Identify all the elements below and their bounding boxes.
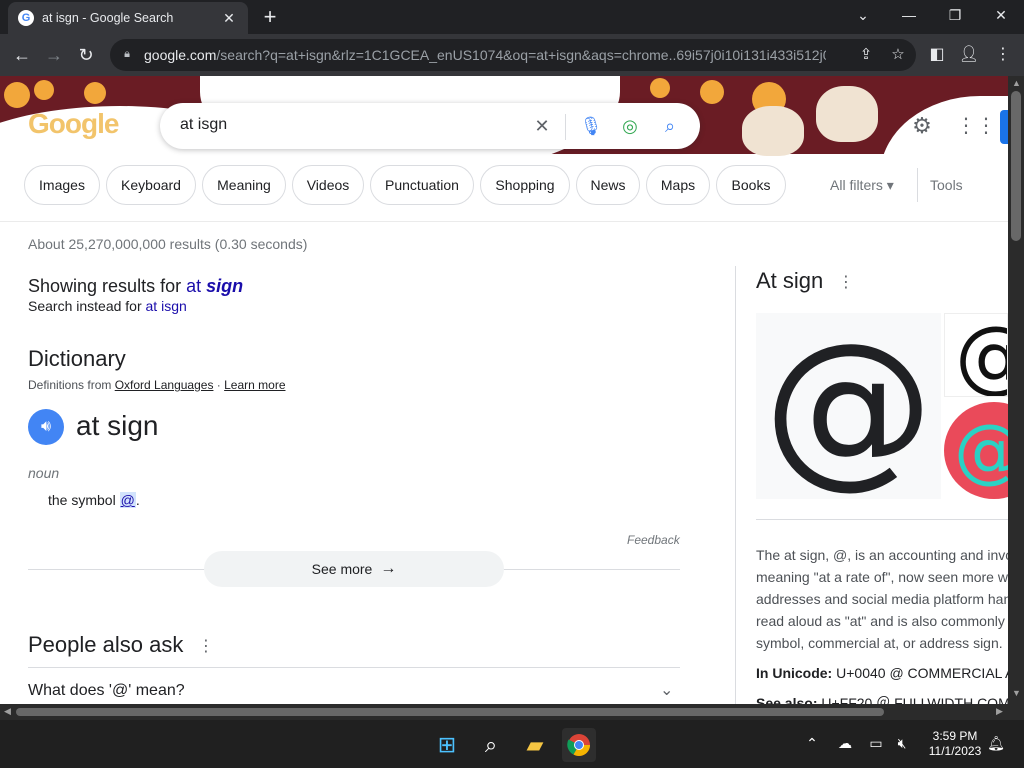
at-symbol-link[interactable]: @: [119, 492, 136, 508]
vertical-scrollbar[interactable]: ▲ ▼: [1008, 76, 1024, 704]
settings-gear-icon[interactable]: ⚙: [910, 114, 934, 138]
part-of-speech: noun: [28, 465, 60, 481]
all-filters-button[interactable]: All filters ▾: [830, 177, 894, 194]
knowledge-panel-description: The at sign, @, is an accounting and inv…: [756, 547, 1008, 651]
knowledge-panel-title: At sign: [756, 268, 824, 293]
people-also-ask-heading: People also ask: [28, 632, 184, 657]
sugar-skull-doodle: [742, 106, 804, 156]
knowledge-panel-more-icon[interactable]: ⋮: [838, 272, 854, 292]
windows-start-icon[interactable]: ⊞: [430, 728, 464, 762]
pronunciation-speaker-icon[interactable]: 🔊︎: [28, 409, 64, 445]
chip-shopping[interactable]: Shopping: [480, 165, 570, 205]
search-results-page: Google at isgn ✕ 🎙︎ ◎ ⌕ ⚙ ⋮⋮ Images Keyb…: [0, 76, 1008, 704]
original-query-link[interactable]: at isgn: [146, 298, 187, 314]
learn-more-link[interactable]: Learn more: [224, 378, 285, 392]
search-icon[interactable]: ⌕: [658, 114, 682, 138]
tools-button[interactable]: Tools: [930, 177, 963, 193]
windows-taskbar: ⊞ ⌕ ▰ ⌃ ☁ ▭ 🔇︎ 3:59 PM 11/1/2023 🔔︎: [0, 720, 1024, 768]
sign-in-button[interactable]: [1000, 110, 1008, 144]
corrected-query-link[interactable]: at sign: [186, 276, 243, 296]
back-arrow-icon[interactable]: ←: [6, 39, 38, 71]
volume-muted-icon[interactable]: 🔇︎: [892, 735, 912, 755]
dictionary-heading: Dictionary: [28, 346, 126, 371]
share-icon[interactable]: ⇪: [856, 45, 876, 65]
feedback-link[interactable]: Feedback: [627, 533, 680, 547]
at-sign-image-thumb-red[interactable]: @: [944, 402, 1008, 499]
tab-search-chevron-icon[interactable]: ⌄: [840, 0, 886, 30]
minimize-button[interactable]: —: [886, 0, 932, 30]
tab-title: at isgn - Google Search: [42, 11, 174, 25]
search-input[interactable]: at isgn: [180, 116, 227, 134]
chip-keyboard[interactable]: Keyboard: [106, 165, 196, 205]
onedrive-cloud-icon[interactable]: ☁: [835, 735, 855, 755]
reload-icon[interactable]: ↻: [70, 39, 102, 71]
url-path: /search?q=at+isgn&rlz=1C1GCEA_enUS1074&o…: [216, 47, 827, 63]
definition-text: the symbol @.: [48, 492, 140, 508]
system-clock[interactable]: 3:59 PM 11/1/2023: [918, 729, 992, 759]
browser-tab-strip: G at isgn - Google Search ✕ + ⌄ — ❐ ✕: [0, 0, 1024, 34]
apps-grid-icon[interactable]: ⋮⋮: [956, 114, 996, 138]
lock-icon: 🔒︎: [124, 48, 130, 60]
chrome-logo-icon: [567, 734, 590, 756]
scroll-down-arrow-icon[interactable]: ▼: [1012, 688, 1021, 698]
unicode-fact: In Unicode: U+0040 @ COMMERCIAL AT: [756, 665, 1008, 681]
vertical-scroll-thumb[interactable]: [1011, 91, 1021, 241]
oxford-languages-link[interactable]: Oxford Languages: [115, 378, 214, 392]
dropdown-caret-icon: ▾: [886, 177, 894, 193]
new-tab-button[interactable]: +: [258, 6, 282, 30]
scroll-up-arrow-icon[interactable]: ▲: [1012, 78, 1021, 88]
chip-punctuation[interactable]: Punctuation: [370, 165, 474, 205]
network-icon[interactable]: ▭: [866, 735, 886, 755]
result-stats: About 25,270,000,000 results (0.30 secon…: [28, 236, 308, 252]
chip-images[interactable]: Images: [24, 165, 100, 205]
browser-tab[interactable]: G at isgn - Google Search ✕: [8, 2, 248, 34]
dictionary-headword: at sign: [76, 410, 159, 441]
chip-videos[interactable]: Videos: [292, 165, 364, 205]
chip-meaning[interactable]: Meaning: [202, 165, 286, 205]
clear-icon[interactable]: ✕: [530, 114, 554, 138]
chevron-down-icon[interactable]: ⌄: [660, 680, 673, 700]
taskbar-search-icon[interactable]: ⌕: [474, 728, 508, 762]
chip-maps[interactable]: Maps: [646, 165, 710, 205]
scroll-left-arrow-icon[interactable]: ◀: [4, 706, 11, 717]
forward-arrow-icon[interactable]: →: [38, 39, 70, 71]
google-favicon-icon: G: [18, 10, 34, 26]
at-sign-image[interactable]: @: [756, 313, 941, 499]
chrome-taskbar-icon[interactable]: [562, 728, 596, 762]
more-options-icon[interactable]: ⋮: [198, 636, 214, 656]
tray-overflow-chevron-icon[interactable]: ⌃: [802, 735, 822, 755]
sugar-skull-doodle: [816, 86, 878, 142]
lens-camera-icon[interactable]: ◎: [618, 114, 642, 138]
address-bar[interactable]: 🔒︎ google.com/search?q=at+isgn&rlz=1C1GC…: [110, 39, 916, 71]
google-doodle-logo[interactable]: Google: [28, 108, 119, 140]
close-window-button[interactable]: ✕: [978, 0, 1024, 30]
search-instead: Search instead for at isgn: [28, 298, 187, 314]
see-more-button[interactable]: See more →: [204, 551, 504, 587]
microphone-icon[interactable]: 🎙︎: [579, 114, 603, 138]
chip-books[interactable]: Books: [716, 165, 786, 205]
horizontal-scroll-thumb[interactable]: [16, 708, 884, 716]
close-tab-icon[interactable]: ✕: [220, 9, 238, 27]
search-box[interactable]: at isgn ✕ 🎙︎ ◎ ⌕: [160, 103, 700, 149]
restore-button[interactable]: ❐: [932, 0, 978, 30]
see-also-fact: See also: U+FF20 ＠ FULLWIDTH COMMERCIAL …: [756, 695, 1008, 704]
url-host: google.com: [144, 47, 217, 63]
scroll-right-arrow-icon[interactable]: ▶: [996, 706, 1003, 717]
side-panel-icon[interactable]: ◧: [926, 44, 948, 66]
notification-bell-icon[interactable]: 🔔︎: [986, 735, 1006, 755]
bookmark-star-icon[interactable]: ☆: [888, 45, 908, 65]
at-sign-image-thumb[interactable]: @: [944, 313, 1008, 397]
paa-question[interactable]: What does '@' mean?: [28, 682, 185, 700]
browser-menu-icon[interactable]: ⋮: [992, 44, 1014, 66]
browser-toolbar: ← → ↻ 🔒︎ google.com/search?q=at+isgn&rlz…: [0, 34, 1024, 76]
chip-news[interactable]: News: [576, 165, 640, 205]
file-explorer-icon[interactable]: ▰: [518, 728, 552, 762]
spelling-correction: Showing results for at sign: [28, 276, 244, 296]
definitions-source: Definitions from Oxford Languages · Lear…: [28, 378, 286, 392]
horizontal-scrollbar[interactable]: ◀ ▶: [0, 704, 1024, 720]
profile-avatar-icon[interactable]: 👤︎: [958, 44, 980, 66]
arrow-right-icon: →: [380, 560, 397, 577]
